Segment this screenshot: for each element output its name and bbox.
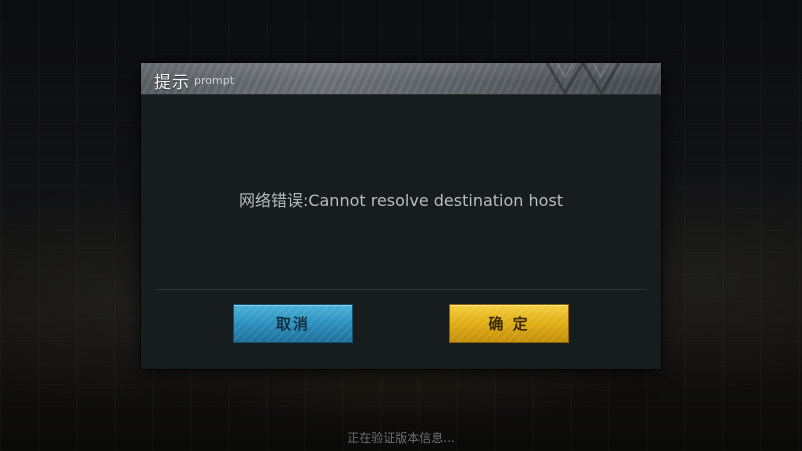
- dialog-divider: [155, 289, 647, 290]
- error-message: 网络错误:Cannot resolve destination host: [238, 191, 564, 210]
- dialog-header: 提示 prompt: [141, 63, 661, 95]
- cancel-button-label: 取消: [275, 315, 310, 333]
- confirm-button[interactable]: 确 定: [449, 304, 569, 343]
- confirm-button-label: 确 定: [488, 315, 530, 333]
- dialog-title: 提示: [154, 73, 190, 93]
- cancel-button[interactable]: 取消: [233, 304, 353, 343]
- header-ornament-icon: [545, 63, 621, 95]
- dialog-subtitle: prompt: [194, 74, 235, 87]
- prompt-dialog: 提示 prompt 网络错误:Cannot resolve destinatio…: [141, 63, 661, 369]
- loading-status-text: 正在验证版本信息...: [347, 431, 455, 445]
